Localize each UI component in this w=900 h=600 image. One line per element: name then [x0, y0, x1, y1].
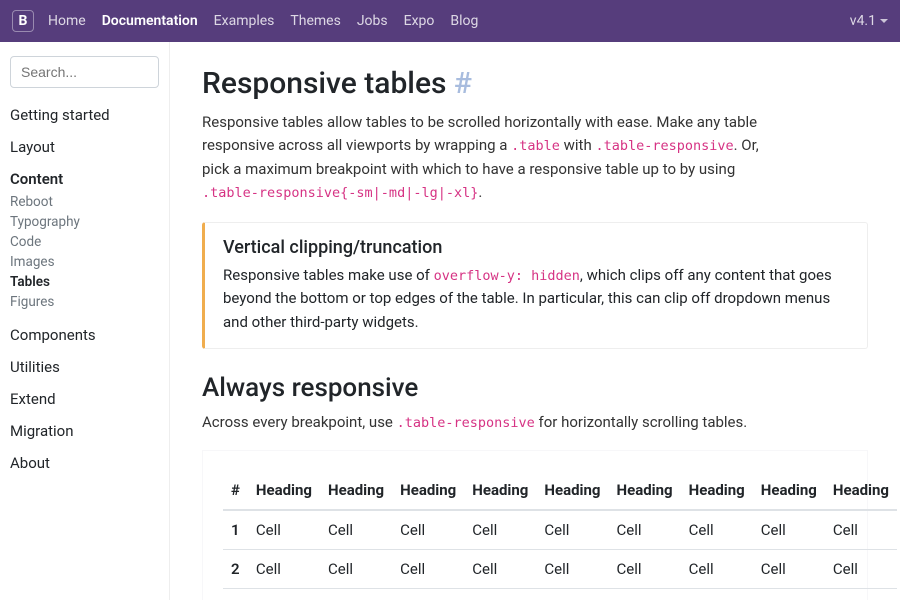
table-cell: Cell [320, 589, 392, 600]
table-cell: Cell [392, 550, 464, 589]
sidebar-group-title[interactable]: Getting started [10, 106, 159, 124]
table-cell: Cell [320, 550, 392, 589]
responsive-table: #HeadingHeadingHeadingHeadingHeadingHead… [223, 471, 897, 600]
sidebar-group-title[interactable]: Layout [10, 138, 159, 156]
nav-link[interactable]: Blog [450, 13, 478, 29]
table-cell: Cell [753, 510, 825, 550]
chevron-down-icon [880, 19, 888, 23]
search-input[interactable] [10, 56, 159, 88]
nav-link[interactable]: Home [48, 13, 86, 29]
table-cell: Cell [681, 510, 753, 550]
top-navbar: B Home Documentation Examples Themes Jobs Exp… [0, 0, 900, 42]
sidebar-group-title[interactable]: Extend [10, 390, 159, 408]
sidebar-item[interactable]: Typography [10, 212, 159, 232]
callout-body: Responsive tables make use of overflow-y… [223, 264, 849, 334]
table-cell: Cell [392, 589, 464, 600]
nav-link[interactable]: Documentation [102, 13, 198, 29]
table-header: Heading [609, 471, 681, 510]
table-cell: Cell [753, 550, 825, 589]
anchor-link[interactable]: # [454, 66, 472, 101]
table-example: #HeadingHeadingHeadingHeadingHeadingHead… [202, 450, 868, 600]
sidebar-item[interactable]: Reboot [10, 192, 159, 212]
sidebar-group-title[interactable]: About [10, 454, 159, 472]
section-lead: Across every breakpoint, use .table-resp… [202, 411, 762, 434]
main-content: Responsive tables # Responsive tables al… [170, 42, 900, 600]
table-row: 1CellCellCellCellCellCellCellCellCell [223, 510, 897, 550]
table-cell: Cell [392, 510, 464, 550]
table-cell: Cell [320, 510, 392, 550]
inline-code: .table-responsive [595, 138, 733, 154]
nav-link[interactable]: Examples [214, 13, 275, 29]
table-header: Heading [825, 471, 897, 510]
table-row: 3CellCellCellCellCellCellCellCellCell [223, 589, 897, 600]
inline-code: .table-responsive{-sm|-md|-lg|-xl} [202, 185, 478, 201]
sidebar-item[interactable]: Figures [10, 292, 159, 312]
table-header: Heading [248, 471, 320, 510]
table-cell: Cell [536, 510, 608, 550]
table-cell: Cell [609, 589, 681, 600]
table-cell: Cell [825, 550, 897, 589]
table-cell: Cell [609, 550, 681, 589]
nav-links: Home Documentation Examples Themes Jobs Expo B… [48, 13, 850, 29]
table-cell: Cell [681, 589, 753, 600]
warning-callout: Vertical clipping/truncation Responsive … [202, 222, 868, 349]
table-cell: Cell [536, 589, 608, 600]
inline-code: overflow-y: hidden [434, 268, 580, 284]
sidebar-nav: Getting started Layout Content RebootTypogr… [10, 106, 159, 472]
row-index: 3 [223, 589, 248, 600]
row-index: 1 [223, 510, 248, 550]
table-cell: Cell [609, 510, 681, 550]
table-header: # [223, 471, 248, 510]
sidebar: Getting started Layout Content RebootTypogr… [0, 42, 170, 600]
nav-link[interactable]: Expo [404, 13, 435, 29]
table-cell: Cell [825, 510, 897, 550]
intro-paragraph: Responsive tables allow tables to be scr… [202, 111, 762, 204]
table-cell: Cell [825, 589, 897, 600]
table-cell: Cell [248, 550, 320, 589]
table-cell: Cell [464, 550, 536, 589]
page-title: Responsive tables # [202, 66, 868, 101]
table-header: Heading [536, 471, 608, 510]
table-header: Heading [464, 471, 536, 510]
inline-code: .table [511, 138, 560, 154]
table-cell: Cell [681, 550, 753, 589]
table-header: Heading [320, 471, 392, 510]
nav-link[interactable]: Jobs [357, 13, 388, 29]
section-title: Always responsive [202, 373, 868, 403]
sidebar-group-title[interactable]: Content [10, 170, 159, 188]
table-header: Heading [681, 471, 753, 510]
callout-title: Vertical clipping/truncation [223, 237, 849, 258]
table-header: Heading [392, 471, 464, 510]
sidebar-item[interactable]: Images [10, 252, 159, 272]
brand-logo[interactable]: B [12, 10, 34, 32]
sidebar-group-title[interactable]: Utilities [10, 358, 159, 376]
table-cell: Cell [753, 589, 825, 600]
sidebar-item[interactable]: Code [10, 232, 159, 252]
row-index: 2 [223, 550, 248, 589]
nav-link[interactable]: Themes [290, 13, 340, 29]
table-cell: Cell [536, 550, 608, 589]
table-cell: Cell [248, 510, 320, 550]
table-cell: Cell [248, 589, 320, 600]
sidebar-group-title[interactable]: Components [10, 326, 159, 344]
sidebar-item[interactable]: Tables [10, 272, 159, 292]
table-cell: Cell [464, 589, 536, 600]
inline-code: .table-responsive [397, 415, 535, 431]
table-cell: Cell [464, 510, 536, 550]
table-row: 2CellCellCellCellCellCellCellCellCell [223, 550, 897, 589]
sidebar-group-title[interactable]: Migration [10, 422, 159, 440]
version-dropdown[interactable]: v4.1 [850, 13, 888, 29]
version-label: v4.1 [850, 13, 876, 29]
table-header: Heading [753, 471, 825, 510]
